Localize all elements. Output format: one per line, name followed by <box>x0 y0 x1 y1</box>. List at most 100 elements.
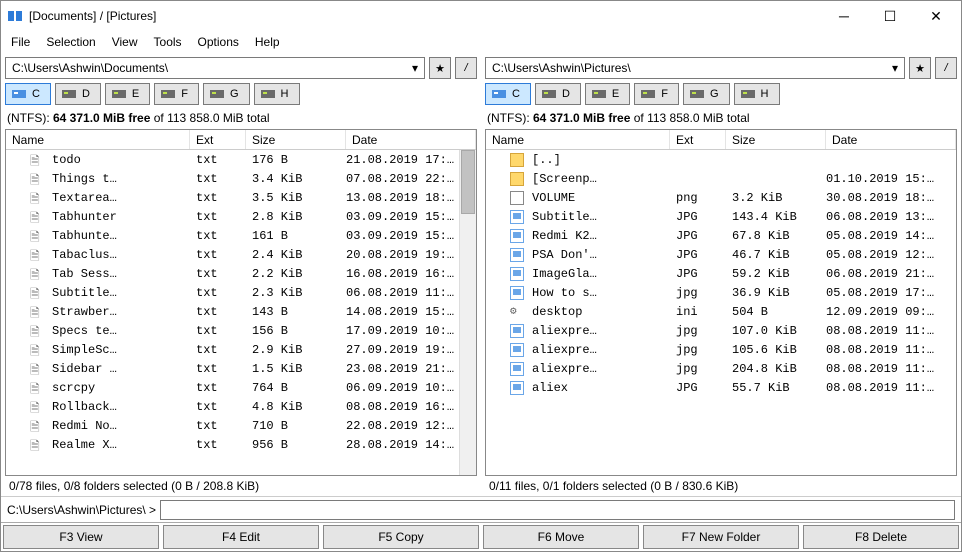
f4-edit[interactable]: F4 Edit <box>163 525 319 549</box>
file-ext: txt <box>190 248 246 262</box>
file-row[interactable]: Textarea… txt 3.5 KiB 13.08.2019 18:… <box>6 188 476 207</box>
folder-icon <box>510 172 524 186</box>
close-button[interactable]: ✕ <box>913 1 959 31</box>
menu-options[interactable]: Options <box>198 35 239 49</box>
left-drive-g[interactable]: G <box>203 83 250 105</box>
file-size: 3.4 KiB <box>246 172 346 186</box>
image-icon <box>510 286 524 300</box>
file-row[interactable]: Specs te… txt 156 B 17.09.2019 10:… <box>6 321 476 340</box>
file-row[interactable]: Tabaclus… txt 2.4 KiB 20.08.2019 19:… <box>6 245 476 264</box>
col-size[interactable]: Size <box>726 130 826 149</box>
right-drive-f[interactable]: F <box>634 83 679 105</box>
chevron-down-icon[interactable]: ▾ <box>406 58 424 78</box>
file-row[interactable]: aliexpre… jpg 107.0 KiB 08.08.2019 11:… <box>486 321 956 340</box>
file-name: desktop <box>508 305 670 319</box>
file-size: 504 B <box>726 305 826 319</box>
col-name[interactable]: Name <box>6 130 190 149</box>
file-name: Specs te… <box>28 324 190 338</box>
left-drive-d[interactable]: D <box>55 83 101 105</box>
right-drive-d[interactable]: D <box>535 83 581 105</box>
file-name: How to s… <box>508 286 670 300</box>
minimize-button[interactable]: ─ <box>821 1 867 31</box>
col-date[interactable]: Date <box>826 130 956 149</box>
file-row[interactable]: aliex JPG 55.7 KiB 08.08.2019 11:… <box>486 378 956 397</box>
menu-bar: File Selection View Tools Options Help <box>1 31 961 55</box>
file-row[interactable]: scrcpy txt 764 B 06.09.2019 10:… <box>6 378 476 397</box>
file-date: 08.08.2019 16:… <box>346 400 476 414</box>
left-drive-h[interactable]: H <box>254 83 300 105</box>
menu-tools[interactable]: Tools <box>154 35 182 49</box>
f3-view[interactable]: F3 View <box>3 525 159 549</box>
file-ext: txt <box>190 438 246 452</box>
file-row[interactable]: aliexpre… jpg 204.8 KiB 08.08.2019 11:… <box>486 359 956 378</box>
file-row[interactable]: desktop ini 504 B 12.09.2019 09:… <box>486 302 956 321</box>
f5-copy[interactable]: F5 Copy <box>323 525 479 549</box>
f6-move[interactable]: F6 Move <box>483 525 639 549</box>
menu-view[interactable]: View <box>112 35 138 49</box>
left-file-list[interactable]: Name Ext Size Date todo txt 176 B 21.08.… <box>5 129 477 476</box>
col-name[interactable]: Name <box>486 130 670 149</box>
file-row[interactable]: Strawber… txt 143 B 14.08.2019 15:… <box>6 302 476 321</box>
file-row[interactable]: Tab Sess… txt 2.2 KiB 16.08.2019 16:… <box>6 264 476 283</box>
file-row[interactable]: PSA Don'… JPG 46.7 KiB 05.08.2019 12:… <box>486 245 956 264</box>
right-drive-h[interactable]: H <box>734 83 780 105</box>
file-row[interactable]: Subtitle… txt 2.3 KiB 06.08.2019 11:… <box>6 283 476 302</box>
col-ext[interactable]: Ext <box>190 130 246 149</box>
file-row[interactable]: aliexpre… jpg 105.6 KiB 08.08.2019 11:… <box>486 340 956 359</box>
left-scrollbar[interactable] <box>459 150 476 475</box>
left-path-box[interactable]: C:\Users\Ashwin\Documents\ ▾ <box>5 57 425 79</box>
col-ext[interactable]: Ext <box>670 130 726 149</box>
menu-help[interactable]: Help <box>255 35 280 49</box>
chevron-down-icon[interactable]: ▾ <box>886 58 904 78</box>
file-ext: jpg <box>670 343 726 357</box>
left-history-button[interactable]: / <box>455 57 477 79</box>
file-date: 08.08.2019 11:… <box>826 381 956 395</box>
file-date: 17.09.2019 10:… <box>346 324 476 338</box>
file-row[interactable]: Things t… txt 3.4 KiB 07.08.2019 22:… <box>6 169 476 188</box>
right-file-list[interactable]: Name Ext Size Date [..] [Screenp… 01.10.… <box>485 129 957 476</box>
right-path-box[interactable]: C:\Users\Ashwin\Pictures\ ▾ <box>485 57 905 79</box>
left-drive-f[interactable]: F <box>154 83 199 105</box>
right-favorites-button[interactable]: ★ <box>909 57 931 79</box>
col-date[interactable]: Date <box>346 130 476 149</box>
file-row[interactable]: How to s… jpg 36.9 KiB 05.08.2019 17:… <box>486 283 956 302</box>
file-row[interactable]: Rollback… txt 4.8 KiB 08.08.2019 16:… <box>6 397 476 416</box>
right-history-button[interactable]: / <box>935 57 957 79</box>
file-row[interactable]: Redmi K2… JPG 67.8 KiB 05.08.2019 14:… <box>486 226 956 245</box>
file-row[interactable]: Subtitle… JPG 143.4 KiB 06.08.2019 13:… <box>486 207 956 226</box>
file-name: aliex <box>508 381 670 395</box>
right-disk-status: (NTFS): 64 371.0 MiB free of 113 858.0 M… <box>485 109 957 129</box>
right-drive-e[interactable]: E <box>585 83 630 105</box>
file-row[interactable]: [..] <box>486 150 956 169</box>
command-input[interactable] <box>160 500 955 520</box>
file-date: 08.08.2019 11:… <box>826 343 956 357</box>
file-row[interactable]: Sidebar … txt 1.5 KiB 23.08.2019 21:… <box>6 359 476 378</box>
left-drive-c[interactable]: C <box>5 83 51 105</box>
file-row[interactable]: ImageGla… JPG 59.2 KiB 06.08.2019 21:… <box>486 264 956 283</box>
right-drive-g[interactable]: G <box>683 83 730 105</box>
file-row[interactable]: Redmi No… txt 710 B 22.08.2019 12:… <box>6 416 476 435</box>
col-size[interactable]: Size <box>246 130 346 149</box>
left-drive-e[interactable]: E <box>105 83 150 105</box>
f7-newfolder[interactable]: F7 New Folder <box>643 525 799 549</box>
right-drive-c[interactable]: C <box>485 83 531 105</box>
f8-delete[interactable]: F8 Delete <box>803 525 959 549</box>
file-row[interactable]: VOLUME png 3.2 KiB 30.08.2019 18:… <box>486 188 956 207</box>
file-row[interactable]: SimpleSc… txt 2.9 KiB 27.09.2019 19:… <box>6 340 476 359</box>
file-ext: txt <box>190 324 246 338</box>
scroll-thumb[interactable] <box>461 150 475 214</box>
file-date: 05.08.2019 14:… <box>826 229 956 243</box>
left-favorites-button[interactable]: ★ <box>429 57 451 79</box>
file-row[interactable]: Realme X… txt 956 B 28.08.2019 14:… <box>6 435 476 454</box>
file-name: aliexpre… <box>508 362 670 376</box>
file-row[interactable]: Tabhunter txt 2.8 KiB 03.09.2019 15:… <box>6 207 476 226</box>
file-row[interactable]: todo txt 176 B 21.08.2019 17:… <box>6 150 476 169</box>
file-row[interactable]: Tabhunte… txt 161 B 03.09.2019 15:… <box>6 226 476 245</box>
menu-file[interactable]: File <box>11 35 30 49</box>
maximize-button[interactable]: ☐ <box>867 1 913 31</box>
file-name: Tabaclus… <box>28 248 190 262</box>
file-row[interactable]: [Screenp… 01.10.2019 15:… <box>486 169 956 188</box>
file-ext: txt <box>190 286 246 300</box>
file-name: Tabhunte… <box>28 229 190 243</box>
menu-selection[interactable]: Selection <box>46 35 95 49</box>
